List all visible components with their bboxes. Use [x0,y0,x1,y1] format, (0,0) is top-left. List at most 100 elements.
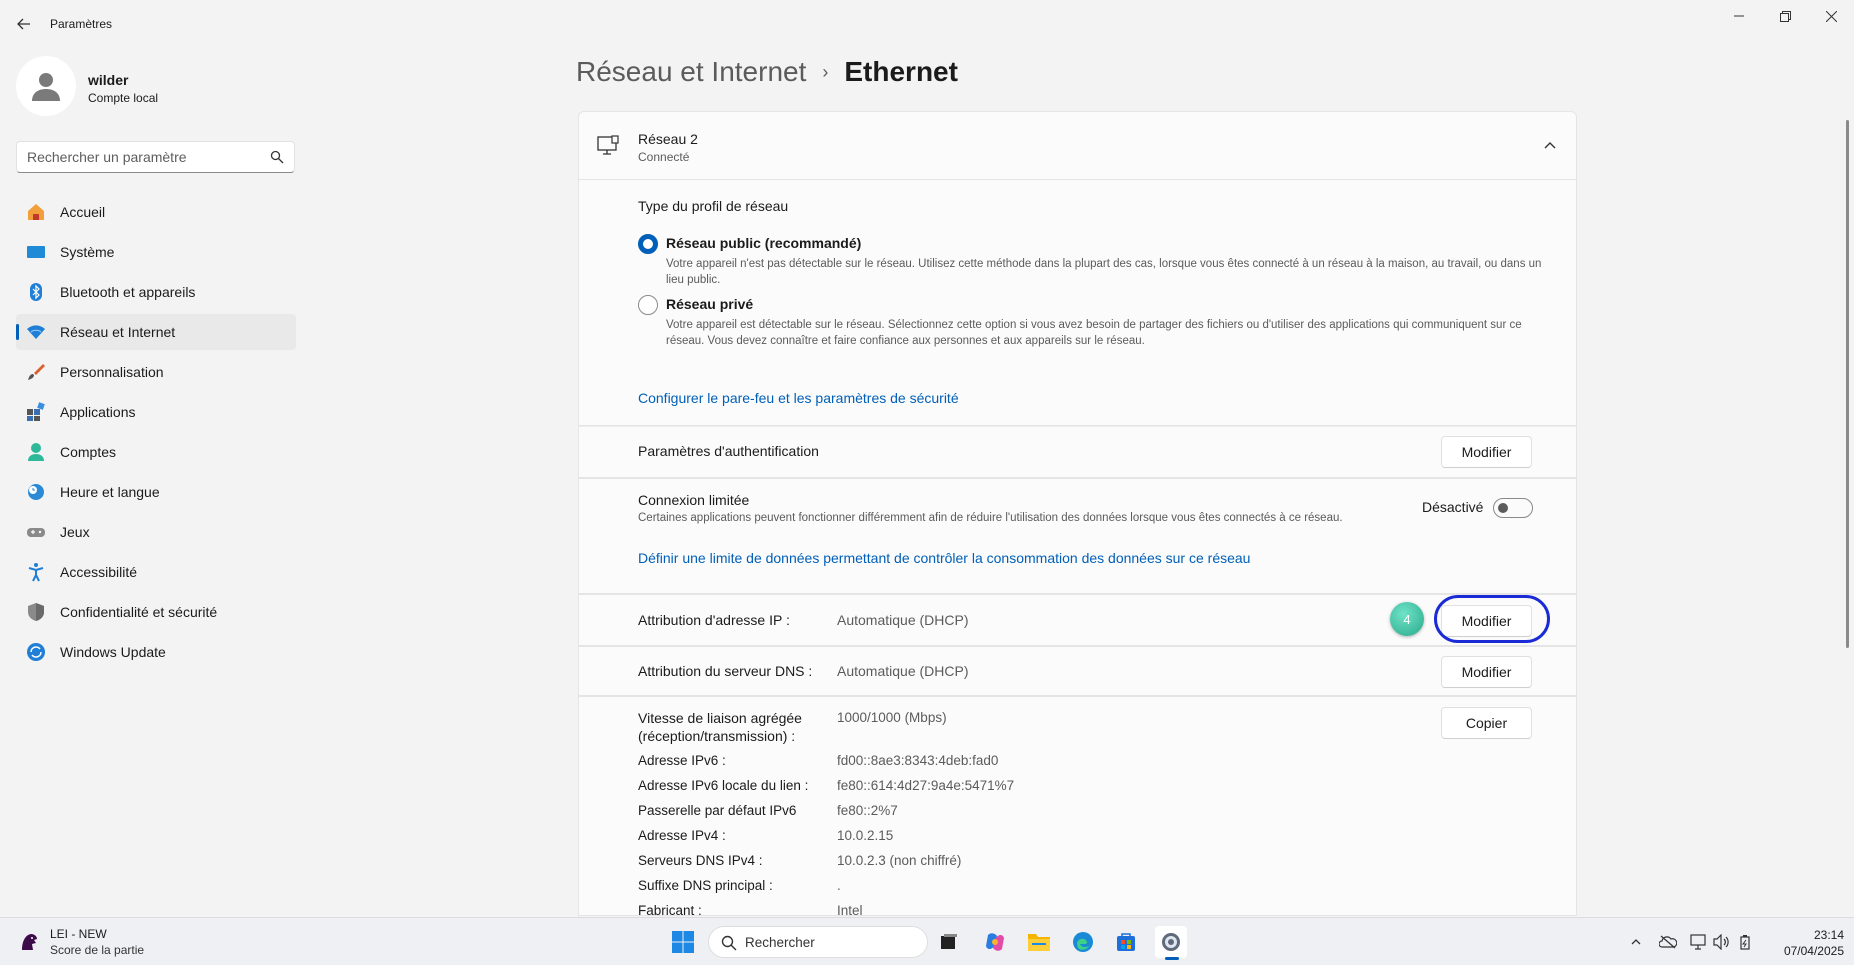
sports-widget[interactable]: LEI - NEW Score de la partie [18,926,218,958]
sidebar-item-reseau[interactable]: Réseau et Internet [16,314,296,350]
account-icon [28,443,44,461]
private-network-radio[interactable] [638,295,658,315]
sidebar-item-accueil[interactable]: Accueil [16,194,296,230]
data-limit-link[interactable]: Définir une limite de données permettant… [638,550,1250,566]
maximize-button[interactable] [1762,0,1808,32]
sidebar-item-systeme[interactable]: Système [16,234,296,270]
clock-time: 23:14 [1813,928,1844,942]
user-card[interactable]: wilder Compte local [16,56,296,120]
copy-button[interactable]: Copier [1441,707,1532,739]
sidebar-item-jeux[interactable]: Jeux [16,514,296,550]
property-label: Passerelle par défaut IPv6 [638,803,797,818]
widget-title: LEI - NEW [50,927,107,941]
network-properties: Vitesse de liaison agrégée (réception/tr… [578,696,1577,918]
onedrive-off-icon[interactable] [1658,932,1678,952]
back-arrow-icon[interactable] [12,12,36,36]
settings-taskbar-button[interactable] [1155,926,1187,960]
sidebar-item-confidentialite[interactable]: Confidentialité et sécurité [16,594,296,630]
file-explorer-button[interactable] [1023,926,1055,958]
property-label: Serveurs DNS IPv4 : [638,853,763,868]
gear-icon [1162,933,1180,951]
taskbar-search-label: Rechercher [745,935,815,950]
ethernet-panel: Réseau 2 Connecté Type du profil de rése… [578,111,1577,918]
public-network-desc: Votre appareil n'est pas détectable sur … [666,258,1542,286]
user-name: wilder [88,72,129,88]
link-speed-label-line1: Vitesse de liaison agrégée [638,710,802,726]
sidebar-item-heure-langue[interactable]: Heure et langue [16,474,296,510]
property-value: Intel [837,903,863,918]
sidebar-item-comptes[interactable]: Comptes [16,434,296,470]
store-button[interactable] [1110,926,1142,958]
ip-assignment-label: Attribution d'adresse IP : [638,612,790,628]
scrollbar[interactable] [1846,120,1849,648]
property-label: Adresse IPv6 : [638,753,726,768]
sidebar-item-label: Windows Update [60,644,166,660]
start-button[interactable] [667,926,699,958]
metered-desc: Certaines applications peuvent fonctionn… [638,512,1343,524]
update-icon [27,643,45,661]
minimize-button[interactable] [1716,0,1762,32]
sidebar-item-accessibilite[interactable]: Accessibilité [16,554,296,590]
home-icon [28,204,44,220]
network-name: Réseau 2 [638,131,698,147]
sidebar-item-label: Accueil [60,204,106,220]
copilot-button[interactable] [979,926,1011,958]
sidebar-item-label: Système [60,244,115,260]
dns-assignment-row: Attribution du serveur DNS : Automatique… [578,646,1577,696]
sidebar-item-label: Accessibilité [60,564,138,580]
property-value: fe80::2%7 [837,803,898,818]
search-input[interactable] [17,142,257,172]
sidebar-item-label: Bluetooth et appareils [60,284,196,300]
metered-state-label: Désactivé [1422,499,1484,515]
link-speed-label-line2: (réception/transmission) : [638,728,796,744]
network-icon[interactable] [1689,932,1709,952]
title-bar: Paramètres [0,0,1854,48]
dns-modify-button[interactable]: Modifier [1441,656,1532,688]
task-view-icon [941,934,957,949]
sidebar-item-applications[interactable]: Applications [16,394,296,430]
search-icon [721,935,737,951]
dns-assignment-value: Automatique (DHCP) [837,663,969,679]
property-label: Suffixe DNS principal : [638,878,773,893]
dns-assignment-label: Attribution du serveur DNS : [638,663,813,679]
task-view-button[interactable] [933,926,965,958]
edge-button[interactable] [1067,926,1099,958]
taskbar-clock[interactable]: 23:14 07/04/2025 [1770,927,1844,959]
private-network-label: Réseau privé [666,296,754,312]
link-speed-value: 1000/1000 (Mbps) [837,710,947,725]
network-status: Connecté [638,150,690,164]
account-type: Compte local [88,91,159,105]
metered-label: Connexion limitée [638,492,750,508]
ip-modify-button[interactable]: Modifier [1441,605,1532,637]
taskbar-search[interactable]: Rechercher [708,926,928,958]
private-network-desc: Votre appareil est détectable sur le rés… [666,319,1522,347]
sidebar-item-label: Jeux [60,524,90,540]
public-network-radio[interactable] [638,234,658,254]
firewall-settings-link[interactable]: Configurer le pare-feu et les paramètres… [638,390,959,406]
private-network-option[interactable]: Réseau privé Votre appareil est détectab… [638,295,1538,347]
settings-search[interactable] [16,141,295,173]
auth-modify-button[interactable]: Modifier [1441,436,1532,468]
sidebar-item-bluetooth[interactable]: Bluetooth et appareils [16,274,296,310]
app-title: Paramètres [50,17,113,31]
gamepad-icon [27,528,45,537]
avatar [16,56,76,116]
sidebar-item-personnalisation[interactable]: Personnalisation [16,354,296,390]
public-network-option[interactable]: Réseau public (recommandé) Votre apparei… [638,234,1541,286]
metered-toggle[interactable] [1493,498,1533,518]
auth-settings-row: Paramètres d'authentification Modifier [578,426,1577,478]
breadcrumb-parent[interactable]: Réseau et Internet [576,56,806,88]
accessibility-icon [28,563,44,582]
property-value: fe80::614:4d27:9a4e:5471%7 [837,778,1015,793]
network-header[interactable]: Réseau 2 Connecté [578,111,1577,180]
battery-icon[interactable] [1735,932,1755,952]
store-icon [1117,933,1135,951]
volume-icon[interactable] [1712,932,1732,952]
windows-logo-icon [672,931,694,953]
sidebar-item-windows-update[interactable]: Windows Update [16,634,296,670]
close-button[interactable] [1808,0,1854,32]
chevron-up-icon[interactable] [1542,138,1558,154]
property-label: Adresse IPv4 : [638,828,726,843]
copilot-icon [986,933,1004,951]
chevron-up-icon[interactable] [1626,932,1646,952]
